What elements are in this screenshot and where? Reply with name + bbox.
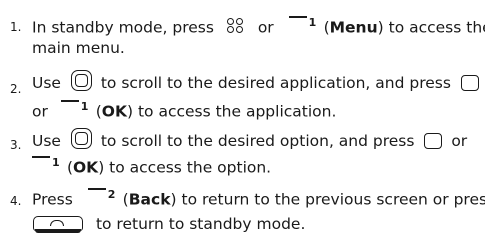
step-text: In standby mode, press: [32, 18, 214, 37]
navigation-key-icon: [70, 70, 92, 91]
step-text: main menu.: [32, 39, 125, 57]
ok-label: OK: [101, 102, 127, 121]
step-line: Press 2 (Back) to return to the previous…: [32, 188, 485, 209]
step-line: or 1 (OK) to access the application.: [32, 100, 337, 121]
step-number: 1.: [10, 20, 22, 34]
step-text: or: [32, 102, 48, 121]
step-number: 2.: [10, 82, 22, 96]
step-line: main menu.: [32, 38, 125, 58]
step-line: Use to scroll to the desired application…: [32, 70, 483, 97]
step-text: Use: [32, 74, 61, 92]
left-soft-key-icon: 1: [60, 100, 88, 116]
step-text: or: [257, 18, 274, 37]
step-text: Use: [32, 132, 61, 150]
step-number: 4.: [10, 194, 22, 208]
ok-label: OK: [73, 158, 99, 177]
step-number: 3.: [10, 138, 22, 152]
left-soft-key-icon: 1: [32, 156, 60, 172]
end-call-key-icon: [33, 215, 85, 234]
left-soft-key-icon: 1: [288, 16, 316, 32]
step-text: Press: [32, 190, 73, 209]
step-line: In standby mode, press or 1 (Menu) to ac…: [32, 16, 485, 37]
right-soft-key-icon: 2: [87, 188, 115, 204]
step-text: to scroll to the desired application, an…: [100, 74, 451, 92]
step-line: 1 (OK) to access the option.: [32, 156, 271, 180]
select-key-icon: [424, 132, 443, 149]
back-label: Back: [128, 190, 171, 209]
navigation-key-icon: [70, 128, 92, 149]
menu-key-icon: [226, 18, 243, 33]
step-line: Use to scroll to the desired option, and…: [32, 128, 467, 155]
step-text: to return to standby mode.: [95, 215, 306, 233]
step-text: or: [451, 132, 468, 150]
menu-label: Menu: [329, 18, 378, 37]
select-key-icon: [460, 74, 479, 91]
step-text: to scroll to the desired option, and pre…: [100, 132, 415, 150]
step-line: to return to standby mode.: [32, 214, 305, 234]
